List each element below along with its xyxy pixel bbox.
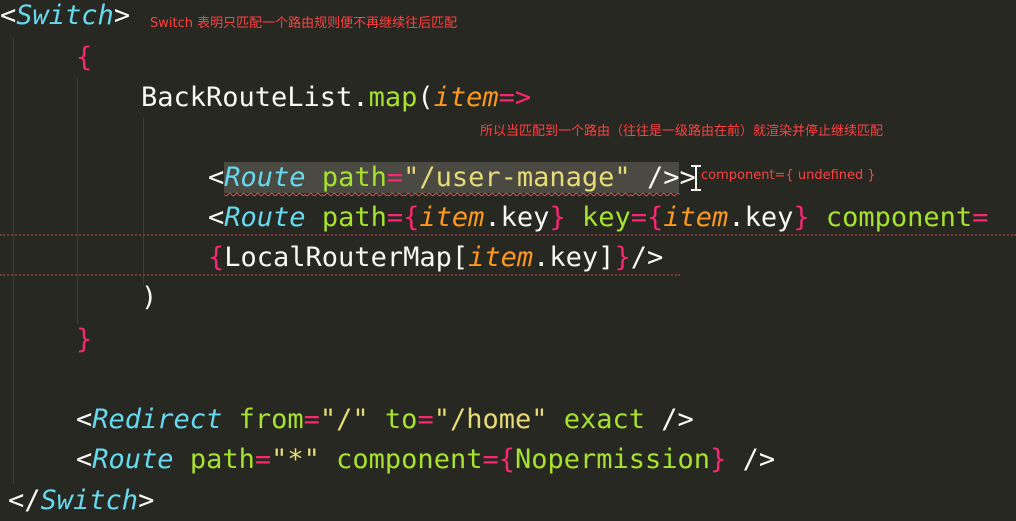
code-editor[interactable]: <Switch> Switch 表明只匹配一个路由规则便不再继续往后匹配 { B… bbox=[0, 0, 1016, 517]
match-annotation: 所以当匹配到一个路由（往往是一级路由在前）就渲染并停止继续匹配 bbox=[480, 124, 884, 139]
code-line-map[interactable]: BackRouteList.map(item=> bbox=[141, 78, 531, 118]
code-line-route-fallback[interactable]: <Route path="*" component={Nopermission}… bbox=[76, 440, 775, 480]
switch-annotation: Switch 表明只匹配一个路由规则便不再继续往后匹配 bbox=[150, 16, 458, 31]
text-cursor-icon bbox=[691, 165, 701, 191]
code-line-route-user-manage[interactable]: <Route path="/user-manage" />> bbox=[208, 158, 696, 198]
code-line-redirect[interactable]: <Redirect from="/" to="/home" exact /> bbox=[76, 400, 694, 440]
component-annotation: component={ undefined } bbox=[701, 168, 876, 183]
indent-guide bbox=[143, 118, 144, 286]
code-line-switch-open[interactable]: <Switch> bbox=[0, 0, 130, 36]
code-line-open-brace[interactable]: { bbox=[76, 38, 92, 78]
code-line-switch-close[interactable]: </Switch> bbox=[8, 481, 154, 521]
error-squiggle bbox=[0, 270, 680, 276]
indent-guide bbox=[77, 78, 78, 324]
code-line-close-paren[interactable]: ) bbox=[141, 278, 157, 318]
switch-tag: Switch bbox=[16, 0, 114, 31]
indent-guide bbox=[13, 38, 14, 484]
error-squiggle bbox=[0, 230, 1016, 236]
code-line-close-brace[interactable]: } bbox=[76, 320, 92, 360]
